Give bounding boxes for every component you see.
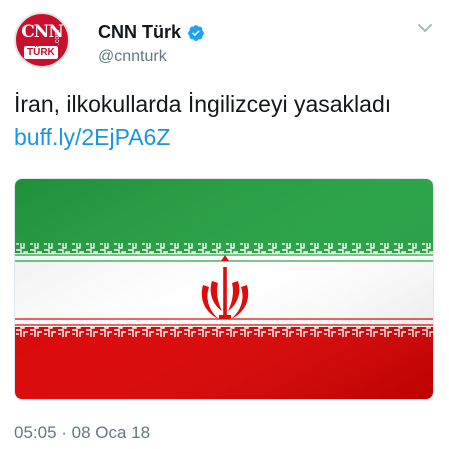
tweet-header: CNN TÜRK .com CNN Türk @cnnturk bbox=[14, 12, 435, 68]
tweet-media-image[interactable] bbox=[14, 178, 434, 400]
avatar-domain-text: .com bbox=[53, 29, 61, 46]
tweet-body-text: İran, ilkokullarda İngilizceyi yasakladı bbox=[14, 91, 392, 117]
author-handle[interactable]: @cnnturk bbox=[98, 48, 167, 66]
avatar[interactable]: CNN TÜRK .com bbox=[14, 12, 70, 68]
avatar-sub-text: TÜRK bbox=[24, 46, 58, 59]
chevron-down-icon[interactable] bbox=[417, 20, 433, 36]
tweet-link[interactable]: buff.ly/2EjPA6Z bbox=[14, 124, 170, 150]
tweet-timestamp[interactable]: 05:05 · 08 Oca 18 bbox=[14, 423, 150, 443]
author-display-name[interactable]: CNN Türk bbox=[98, 22, 181, 43]
verified-badge-icon bbox=[188, 24, 204, 41]
flag-of-iran-image bbox=[15, 179, 433, 399]
author-name-row[interactable]: CNN Türk bbox=[98, 22, 205, 43]
tweet-text: İran, ilkokullarda İngilizceyi yasakladı… bbox=[14, 88, 434, 154]
